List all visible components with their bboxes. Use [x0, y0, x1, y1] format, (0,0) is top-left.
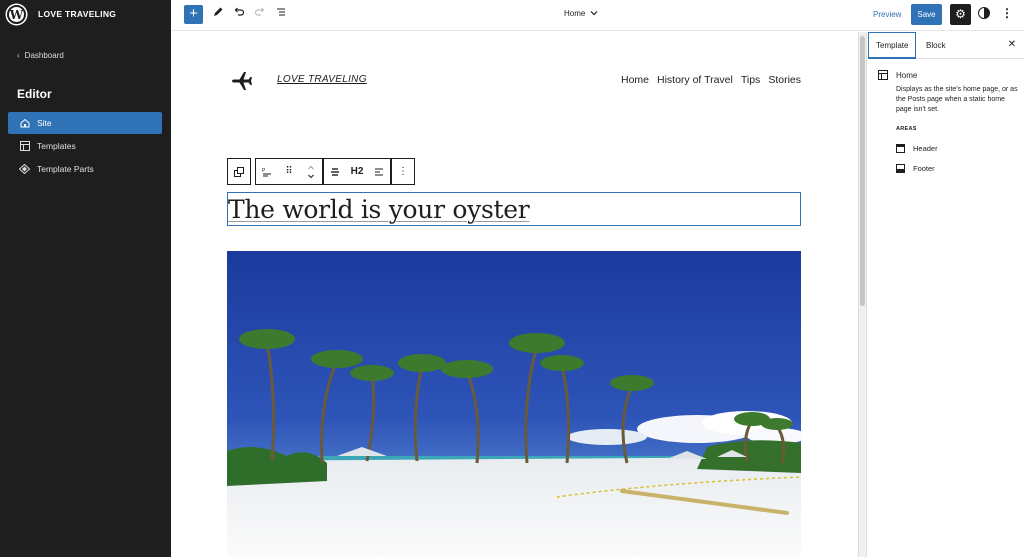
tab-template[interactable]: Template: [868, 32, 917, 59]
tab-block[interactable]: Block: [926, 32, 946, 59]
text-align-icon[interactable]: [368, 159, 390, 184]
layout-icon: [878, 70, 888, 80]
nav-item-templates[interactable]: Templates: [8, 135, 162, 157]
add-block-button[interactable]: +: [184, 5, 203, 24]
redo-icon[interactable]: [252, 6, 268, 22]
admin-sidebar: W LOVE TRAVELING ‹ Dashboard Editor Site…: [0, 0, 171, 557]
more-options-icon[interactable]: ⋮: [1001, 6, 1013, 20]
pencil-icon[interactable]: [210, 6, 226, 22]
back-to-dashboard-link[interactable]: ‹ Dashboard: [17, 51, 64, 60]
close-icon[interactable]: ✕: [1008, 39, 1016, 50]
wordpress-logo-icon[interactable]: W: [7, 5, 26, 24]
header-icon: [896, 144, 905, 153]
undo-icon[interactable]: [231, 6, 247, 22]
template-name: Home: [896, 71, 918, 80]
settings-panel: Template Block ✕ Home Displays as the si…: [866, 32, 1024, 557]
areas-heading: AREAS: [896, 126, 917, 132]
area-header-button[interactable]: Header: [896, 144, 938, 153]
heading-block[interactable]: The world is your oyster: [227, 192, 801, 226]
document-title-dropdown[interactable]: Home: [564, 9, 598, 18]
nav-item-template-parts[interactable]: Template Parts: [8, 158, 162, 180]
airplane-logo-icon[interactable]: [231, 70, 257, 92]
block-toolbar: P ⠿ H2 ⋮: [227, 158, 415, 185]
nav-item-label: Templates: [37, 141, 76, 151]
editor-nav: Site Templates Template Parts: [8, 112, 162, 181]
panel-tabs: Template Block ✕: [867, 32, 1024, 59]
heading-text[interactable]: The world is your oyster: [228, 193, 530, 227]
preview-button[interactable]: Preview: [873, 10, 901, 19]
align-center-icon[interactable]: [324, 159, 346, 184]
svg-text:P: P: [262, 168, 266, 174]
nav-link-home[interactable]: Home: [621, 74, 649, 86]
area-label: Footer: [913, 164, 935, 173]
nav-link-stories[interactable]: Stories: [768, 74, 801, 86]
nav-item-label: Template Parts: [37, 164, 94, 174]
dashboard-label: Dashboard: [24, 51, 64, 60]
chevron-left-icon: ‹: [17, 51, 20, 60]
document-title: Home: [564, 9, 586, 18]
symbol-icon: [19, 164, 30, 175]
styles-contrast-icon[interactable]: [978, 7, 990, 19]
nav-item-label: Site: [37, 118, 52, 128]
canvas-scrollbar[interactable]: [858, 32, 866, 557]
nav-link-history-of-travel[interactable]: History of Travel: [657, 74, 733, 86]
area-label: Header: [913, 144, 938, 153]
save-button[interactable]: Save: [911, 4, 942, 25]
home-icon: [19, 118, 30, 129]
transform-block-icon[interactable]: [228, 159, 250, 184]
move-up-down-icon[interactable]: [300, 159, 322, 184]
nav-link-tips[interactable]: Tips: [741, 74, 760, 86]
editor-canvas[interactable]: LOVE TRAVELING Home History of Travel Ti…: [171, 32, 857, 557]
area-footer-button[interactable]: Footer: [896, 164, 935, 173]
beach-palm-trees-image[interactable]: [227, 251, 801, 557]
editor-topbar: + Home Preview Save ⚙ ⋮: [171, 0, 1024, 31]
chevron-down-icon: [590, 9, 598, 18]
site-title[interactable]: LOVE TRAVELING: [38, 9, 116, 19]
list-view-icon[interactable]: [273, 6, 289, 22]
site-navigation: Home History of Travel Tips Stories: [621, 74, 801, 86]
footer-icon: [896, 164, 905, 173]
editor-heading: Editor: [17, 87, 52, 101]
nav-item-site[interactable]: Site: [8, 112, 162, 134]
layout-icon: [19, 141, 30, 152]
site-brand-link[interactable]: LOVE TRAVELING: [277, 74, 367, 85]
settings-gear-icon[interactable]: ⚙: [950, 4, 971, 25]
drag-handle-icon[interactable]: ⠿: [278, 159, 300, 184]
template-description: Displays as the site's home page, or as …: [896, 86, 1018, 113]
heading-level-button[interactable]: H2: [346, 159, 368, 184]
paragraph-type-icon[interactable]: P: [256, 159, 278, 184]
block-options-icon[interactable]: ⋮: [392, 159, 414, 184]
scrollbar-thumb[interactable]: [860, 36, 865, 306]
